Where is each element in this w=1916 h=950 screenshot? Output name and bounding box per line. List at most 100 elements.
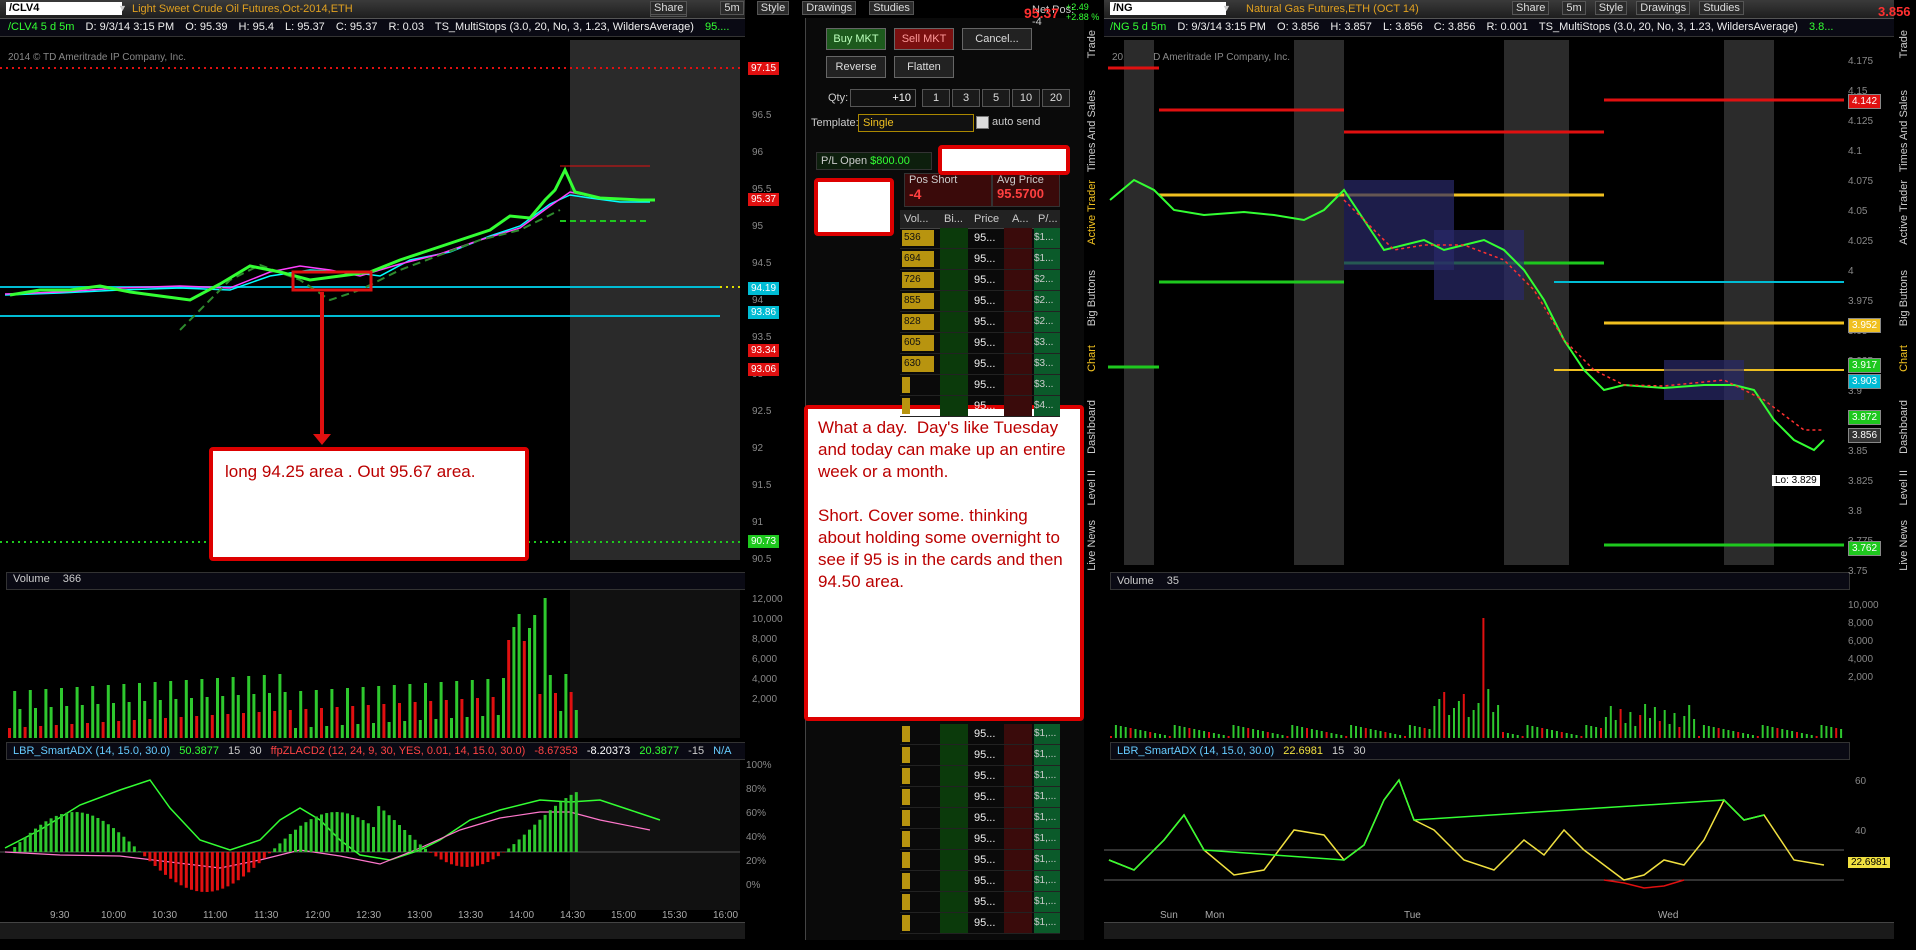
ladder-ask-cell[interactable]	[1004, 892, 1032, 912]
ladder-col-pl[interactable]: P/...	[1038, 210, 1058, 228]
right-studies-btn[interactable]: Studies	[1699, 1, 1744, 15]
ladder-ask-cell[interactable]	[1004, 228, 1032, 248]
ladder-bid-cell[interactable]	[940, 396, 968, 416]
ladder-row[interactable]: 536 95... $1...	[900, 228, 1060, 249]
ladder-row[interactable]: 95... $1,...	[900, 724, 1060, 745]
qty-preset-button[interactable]: 10	[1012, 89, 1040, 107]
ladder-bid-cell[interactable]	[940, 829, 968, 849]
ladder-col-price[interactable]: Price	[974, 210, 999, 228]
side-tab-right[interactable]: Dashboard	[1898, 400, 1910, 454]
ladder-row[interactable]: 95... $1,...	[900, 787, 1060, 808]
side-tab-right[interactable]: Active Trader	[1898, 180, 1910, 245]
ladder-bid-cell[interactable]	[940, 787, 968, 807]
reverse-button[interactable]: Reverse	[826, 56, 886, 78]
ladder-ask-cell[interactable]	[1004, 354, 1032, 374]
ladder-bid-cell[interactable]	[940, 375, 968, 395]
right-5m-btn[interactable]: 5m	[1562, 1, 1586, 15]
side-tab-left[interactable]: Live News	[1086, 520, 1098, 571]
qty-preset-button[interactable]: 5	[982, 89, 1010, 107]
ladder-bid-cell[interactable]	[940, 913, 968, 933]
ladder-ask-cell[interactable]	[1004, 766, 1032, 786]
side-tab-left[interactable]: Active Trader	[1086, 180, 1098, 245]
ladder-bid-cell[interactable]	[940, 745, 968, 765]
left-symbol-dropdown-icon[interactable]: ▼	[118, 3, 127, 13]
ladder-ask-cell[interactable]	[1004, 270, 1032, 290]
ladder-row[interactable]: 726 95... $2...	[900, 270, 1060, 291]
right-symbol-dropdown-icon[interactable]: ▼	[1222, 3, 1231, 13]
right-drawings-btn[interactable]: Drawings	[1636, 1, 1691, 15]
ladder-row[interactable]: 95... $1,...	[900, 808, 1060, 829]
side-tab-right[interactable]: Big Buttons	[1898, 270, 1910, 326]
ladder-bid-cell[interactable]	[940, 871, 968, 891]
ladder-bid-cell[interactable]	[940, 766, 968, 786]
ladder-ask-cell[interactable]	[1004, 787, 1032, 807]
ladder-ask-cell[interactable]	[1004, 724, 1032, 744]
ladder-col-ask[interactable]: A...	[1012, 210, 1029, 228]
ladder-row[interactable]: 95... $1,...	[900, 745, 1060, 766]
side-tab-left[interactable]: Dashboard	[1086, 400, 1098, 454]
ladder-bid-cell[interactable]	[940, 850, 968, 870]
right-volume-plot[interactable]	[1104, 590, 1844, 738]
ladder-bid-cell[interactable]	[940, 808, 968, 828]
left-symbol-field[interactable]: /CLV4	[6, 2, 122, 15]
ladder-row[interactable]: 95... $3...	[900, 375, 1060, 396]
ladder-ask-cell[interactable]	[1004, 829, 1032, 849]
ladder-bid-cell[interactable]	[940, 228, 968, 248]
ladder-row[interactable]: 95... $1,...	[900, 913, 1060, 934]
qty-preset-button[interactable]: 3	[952, 89, 980, 107]
ladder-bid-cell[interactable]	[940, 312, 968, 332]
side-tab-left[interactable]: Trade	[1086, 30, 1098, 58]
ladder-row[interactable]: 95... $1,...	[900, 892, 1060, 913]
ladder-col-bid[interactable]: Bi...	[944, 210, 963, 228]
ladder-ask-cell[interactable]	[1004, 249, 1032, 269]
qty-input[interactable]: +10	[850, 89, 916, 107]
ladder-ask-cell[interactable]	[1004, 850, 1032, 870]
ladder-ask-cell[interactable]	[1004, 291, 1032, 311]
ladder-bid-cell[interactable]	[940, 270, 968, 290]
ladder-row[interactable]: 630 95... $3...	[900, 354, 1060, 375]
side-tab-right[interactable]: Chart	[1898, 345, 1910, 372]
right-price-plot[interactable]	[1104, 40, 1844, 565]
side-tab-right[interactable]: Times And Sales	[1898, 90, 1910, 172]
qty-preset-button[interactable]: 1	[922, 89, 950, 107]
side-tab-left[interactable]: Chart	[1086, 345, 1098, 372]
side-tab-left[interactable]: Level II	[1086, 470, 1098, 505]
sell-mkt-button[interactable]: Sell MKT	[894, 28, 954, 50]
left-indicator-plot[interactable]	[0, 760, 740, 910]
ladder-ask-cell[interactable]	[1004, 745, 1032, 765]
template-select[interactable]: Single	[858, 114, 974, 132]
ladder-ask-cell[interactable]	[1004, 913, 1032, 933]
ladder-bid-cell[interactable]	[940, 249, 968, 269]
ladder-ask-cell[interactable]	[1004, 312, 1032, 332]
left-5m-btn[interactable]: 5m	[720, 1, 744, 15]
cancel-button[interactable]: Cancel...	[962, 28, 1032, 50]
ladder-row[interactable]: 95... $1,...	[900, 871, 1060, 892]
right-share-btn[interactable]: Share	[1512, 1, 1550, 15]
left-share-btn[interactable]: Share	[650, 1, 688, 15]
ladder-row[interactable]: 605 95... $3...	[900, 333, 1060, 354]
ladder-row[interactable]: 828 95... $2...	[900, 312, 1060, 333]
side-tab-right[interactable]: Live News	[1898, 520, 1910, 571]
right-style-btn[interactable]: Style	[1594, 1, 1628, 15]
ladder-row[interactable]: 855 95... $2...	[900, 291, 1060, 312]
auto-send-checkbox[interactable]	[976, 116, 989, 129]
ladder-bid-cell[interactable]	[940, 291, 968, 311]
ladder-col-vol[interactable]: Vol...	[904, 210, 928, 228]
left-drawings-btn[interactable]: Drawings	[802, 1, 857, 15]
side-tab-right[interactable]: Level II	[1898, 470, 1910, 505]
qty-preset-button[interactable]: 20	[1042, 89, 1070, 107]
ladder-row[interactable]: 95... $1,...	[900, 766, 1060, 787]
left-style-btn[interactable]: Style	[756, 1, 790, 15]
ladder-row[interactable]: 694 95... $1...	[900, 249, 1060, 270]
right-adx-plot[interactable]	[1104, 760, 1844, 905]
ladder-bid-cell[interactable]	[940, 724, 968, 744]
side-tab-left[interactable]: Big Buttons	[1086, 270, 1098, 326]
ladder-ask-cell[interactable]	[1004, 871, 1032, 891]
ladder-ask-cell[interactable]	[1004, 396, 1032, 416]
ladder-bid-cell[interactable]	[940, 354, 968, 374]
ladder-ask-cell[interactable]	[1004, 333, 1032, 353]
right-symbol-field[interactable]: /NG	[1110, 2, 1226, 15]
side-tab-left[interactable]: Times And Sales	[1086, 90, 1098, 172]
ladder-row[interactable]: 95... $1,...	[900, 829, 1060, 850]
ladder-row[interactable]: 95... $4...	[900, 396, 1060, 417]
